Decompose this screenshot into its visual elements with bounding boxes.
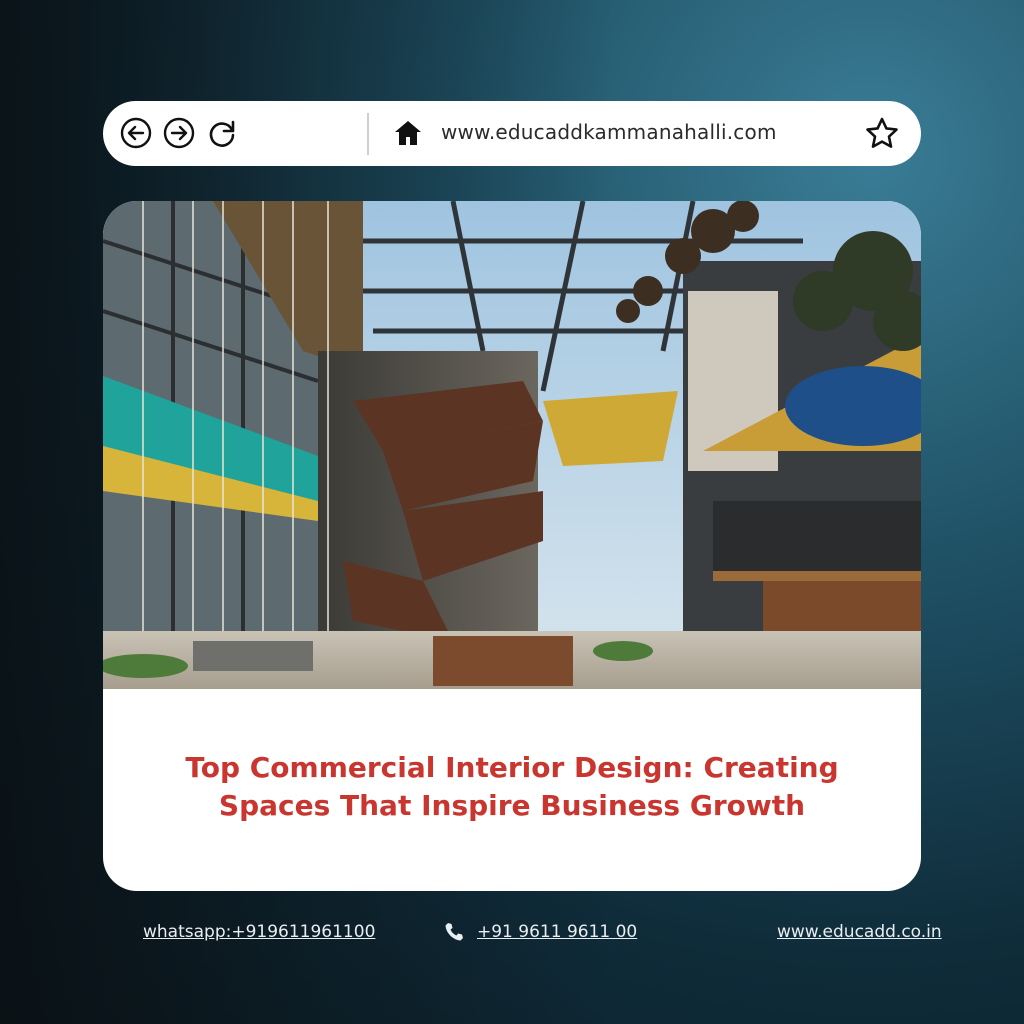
forward-arrow-icon[interactable] (163, 117, 195, 149)
phone-icon (444, 922, 464, 942)
browser-bar: www.educaddkammanahalli.com (103, 101, 921, 166)
whatsapp-link[interactable]: whatsapp:+919611961100 (143, 922, 375, 942)
website-link[interactable]: www.educadd.co.in (777, 922, 942, 942)
article-card[interactable]: Top Commercial Interior Design: Creating… (103, 201, 921, 891)
interior-photo (103, 201, 921, 689)
url-text[interactable]: www.educaddkammanahalli.com (441, 120, 777, 144)
phone-link[interactable]: +91 9611 9611 00 (477, 922, 637, 942)
article-headline[interactable]: Top Commercial Interior Design: Creating… (103, 749, 921, 825)
reload-icon[interactable] (206, 117, 238, 149)
headline-line-2: Spaces That Inspire Business Growth (218, 789, 806, 822)
back-arrow-icon[interactable] (120, 117, 152, 149)
home-icon[interactable] (393, 119, 423, 147)
headline-line-1: Top Commercial Interior Design: Creating (185, 751, 839, 784)
star-icon[interactable] (864, 116, 900, 152)
bar-divider (367, 113, 369, 155)
